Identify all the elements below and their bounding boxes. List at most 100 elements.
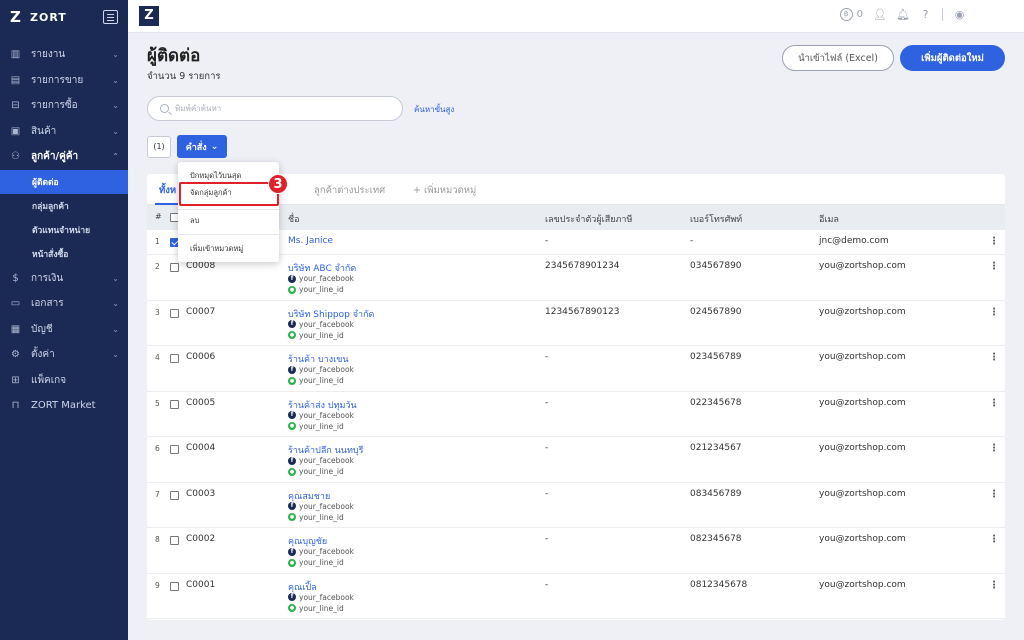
- table-row[interactable]: 6 C0004 ร้านค้าปลีก นนทบุรี - 021234567 you@z…: [147, 437, 1005, 483]
- row-menu-icon[interactable]: ⋮: [989, 236, 999, 247]
- sidebar-item[interactable]: $ การเงิน ⌄: [0, 266, 128, 292]
- table-row[interactable]: 5 C0005 ร้านค้าส่ง ปทุมวัน - 022345678 you@zo…: [147, 392, 1005, 437]
- menu-item-delete[interactable]: ลบ: [190, 215, 199, 227]
- sidebar-item[interactable]: ▤ รายการขาย ⌄: [0, 68, 128, 94]
- contact-name-link[interactable]: คุณสมชาย: [288, 489, 330, 503]
- row-checkbox[interactable]: [170, 581, 179, 591]
- bell-icon[interactable]: 🔔︎: [896, 8, 910, 21]
- row-menu-icon[interactable]: ⋮: [989, 398, 999, 409]
- table-row[interactable]: 4 C0006 ร้านค้า บางเขน - 023456789 you@zortsh…: [147, 346, 1005, 392]
- table-row[interactable]: 9 C0001 คุณเปิ้ล - 0812345678 you@zortshop.co…: [147, 574, 1005, 619]
- line-icon: ●: [288, 513, 296, 521]
- facebook-handle: your_facebook: [299, 592, 354, 602]
- sidebar-item-label: การเงิน: [31, 272, 64, 284]
- sidebar-item[interactable]: ⊓ ZORT Market: [0, 393, 128, 419]
- contact-code: C0006: [186, 352, 216, 362]
- sidebar-item-label: รายการซื้อ: [31, 100, 78, 112]
- contact-name-link[interactable]: บริษัท ABC จำกัด: [288, 261, 356, 275]
- help-icon[interactable]: ?: [919, 8, 932, 21]
- line-contact: ● your_line_id: [288, 331, 344, 340]
- command-button[interactable]: คำสั่ง ⌄: [177, 135, 227, 158]
- account-icon[interactable]: ◉: [953, 8, 966, 21]
- sidebar-item[interactable]: ⊟ รายการซื้อ ⌄: [0, 93, 128, 119]
- sidebar-item-label: สินค้า: [31, 125, 57, 137]
- sidebar-item[interactable]: ▭ เอกสาร ⌄: [0, 291, 128, 317]
- row-number: 6: [155, 444, 160, 453]
- tax-id: -: [545, 443, 549, 453]
- contact-name-link[interactable]: ร้านค้าส่ง ปทุมวัน: [288, 398, 357, 412]
- row-checkbox[interactable]: [170, 263, 179, 272]
- contact-name-link[interactable]: คุณเปิ้ล: [288, 580, 317, 594]
- sidebar-item[interactable]: ▦ บัญชี ⌄: [0, 317, 128, 343]
- sidebar-item[interactable]: ⚙ ตั้งค่า ⌄: [0, 342, 128, 368]
- add-contact-button[interactable]: เพิ่มผู้ติดต่อใหม่: [900, 45, 1005, 71]
- search-input[interactable]: [175, 104, 375, 113]
- contact-code: C0003: [186, 488, 216, 499]
- command-label: คำสั่ง: [185, 142, 207, 153]
- row-checkbox[interactable]: [170, 354, 179, 363]
- line-handle: your_line_id: [299, 285, 344, 294]
- chevron-icon: ⌄: [112, 126, 119, 136]
- sidebar-item-label: บัญชี: [31, 323, 53, 335]
- contact-code: C0004: [186, 443, 216, 453]
- line-icon: ●: [288, 376, 296, 385]
- document-icon: ▭: [10, 298, 21, 310]
- sidebar-item[interactable]: ⚇ ลูกค้า/คู่ค้า ⌃: [0, 144, 128, 170]
- line-icon: ●: [288, 467, 296, 476]
- contact-name-link[interactable]: คุณบุญชัย: [288, 534, 327, 548]
- box-icon: ▣: [10, 125, 21, 137]
- row-menu-icon[interactable]: ⋮: [989, 443, 999, 454]
- table-row[interactable]: 3 C0007 บริษัท Shippop จำกัด 1234567890123 0…: [147, 301, 1005, 346]
- row-checkbox[interactable]: [170, 308, 179, 318]
- table-row[interactable]: 8 C0002 คุณบุญชัย - 082345678 you@zortshop.co…: [147, 528, 1005, 574]
- row-menu-icon[interactable]: ⋮: [989, 352, 999, 363]
- sidebar-toggle-icon[interactable]: [103, 10, 118, 24]
- row-menu-icon[interactable]: ⋮: [989, 534, 999, 545]
- sidebar-item-label: รายการขาย: [31, 74, 84, 86]
- tax-id: 2345678901234: [545, 261, 620, 271]
- topbar-logo-icon[interactable]: Z: [139, 6, 159, 26]
- row-checkbox[interactable]: [170, 445, 179, 454]
- sidebar-item[interactable]: ▥ รายงาน ⌄: [0, 42, 128, 68]
- contact-name-link[interactable]: ร้านค้าปลีก นนทบุรี: [288, 443, 363, 457]
- sidebar-item[interactable]: ▣ สินค้า ⌄: [0, 119, 128, 145]
- advanced-search-link[interactable]: ค้นหาขั้นสูง: [414, 103, 454, 116]
- import-excel-button[interactable]: นำเข้าไฟล์ (Excel): [782, 45, 894, 71]
- user-icon[interactable]: 👤︎: [873, 8, 887, 21]
- coin-icon: ฿: [839, 8, 853, 21]
- sidebar-item-label: ลูกค้า/คู่ค้า: [31, 151, 79, 163]
- email: you@zortshop.com: [819, 261, 906, 271]
- contact-name-link[interactable]: บริษัท Shippop จำกัด: [288, 307, 374, 321]
- row-number: 9: [155, 580, 160, 590]
- search-box: [147, 96, 403, 121]
- tab-foreign-customers[interactable]: ลูกค้าต่างประเทศ: [314, 183, 385, 198]
- sidebar-subitem[interactable]: กลุ่มลูกค้า: [0, 194, 128, 218]
- chart-icon: ▥: [10, 49, 21, 61]
- coin-balance[interactable]: ฿ 0: [839, 8, 863, 21]
- sidebar-item-label: เอกสาร: [31, 298, 64, 310]
- sidebar-subitem[interactable]: ตัวแทนจำหน่าย: [0, 218, 128, 242]
- sidebar-subitem[interactable]: ผู้ติดต่อ: [0, 169, 128, 194]
- facebook-contact: f your_facebook: [288, 411, 354, 420]
- row-menu-icon[interactable]: ⋮: [989, 580, 999, 591]
- contact-name-link[interactable]: ร้านค้า บางเขน: [288, 352, 349, 366]
- row-menu-icon[interactable]: ⋮: [989, 489, 999, 500]
- facebook-icon: f: [288, 320, 296, 328]
- row-menu-icon[interactable]: ⋮: [989, 261, 999, 272]
- sidebar-item[interactable]: ⊞ แพ็คเกจ: [0, 368, 128, 394]
- row-checkbox[interactable]: [170, 536, 179, 545]
- row-menu-icon[interactable]: ⋮: [989, 307, 999, 318]
- tab-add-category[interactable]: + เพิ่มหมวดหมู่: [413, 183, 476, 198]
- row-checkbox[interactable]: [170, 399, 179, 409]
- row-checkbox[interactable]: [170, 490, 179, 500]
- tab-all[interactable]: ทั้งห: [159, 183, 176, 198]
- tax-id: -: [545, 352, 549, 362]
- menu-item-pin-top[interactable]: ปักหมุดไว้บนสุด: [190, 170, 241, 182]
- contact-name-link[interactable]: Ms. Janice: [288, 236, 333, 246]
- menu-item-add-to-category[interactable]: เพิ่มเข้าหมวดหมู่: [190, 243, 243, 255]
- coin-count: 0: [856, 9, 863, 20]
- sidebar-subitem[interactable]: หน้าสั่งซื้อ: [0, 242, 128, 266]
- selected-count[interactable]: (1): [147, 136, 171, 158]
- phone-number: 024567890: [690, 306, 742, 317]
- table-row[interactable]: 7 C0003 คุณสมชาย - 083456789 you@zortshop.com…: [147, 483, 1005, 528]
